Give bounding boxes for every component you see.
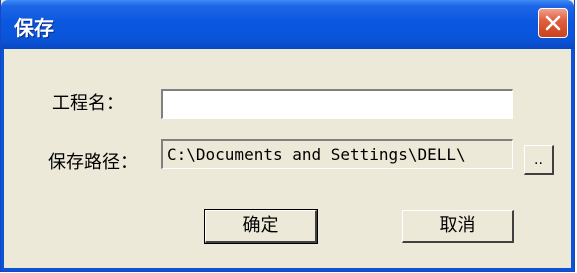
save-path-input[interactable] <box>161 139 513 169</box>
ok-button[interactable]: 确定 <box>204 209 318 244</box>
project-name-input[interactable] <box>161 89 513 119</box>
save-path-label: 保存路径： <box>48 152 138 173</box>
browse-button[interactable]: .. <box>524 145 554 175</box>
project-name-label: 工程名： <box>52 93 124 114</box>
save-dialog: 保存 工程名： 保存路径： .. 确定 取消 <box>0 0 575 272</box>
close-button[interactable] <box>538 8 568 38</box>
cancel-button[interactable]: 取消 <box>402 210 514 243</box>
dialog-title: 保存 <box>14 16 54 40</box>
title-bar[interactable]: 保存 <box>1 0 574 49</box>
close-x-icon <box>545 15 561 31</box>
